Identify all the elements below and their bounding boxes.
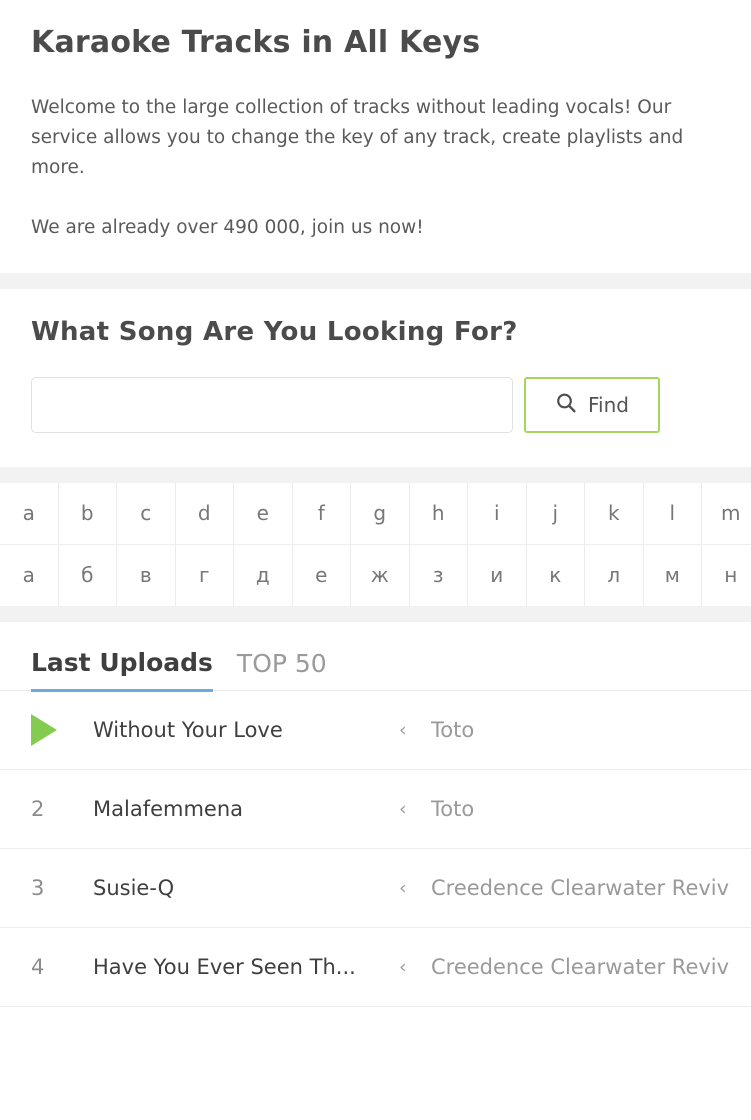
search-form: Find xyxy=(31,376,720,433)
alphabet-cell-cyrillic[interactable]: е xyxy=(292,544,351,606)
track-artist[interactable]: Creedence Clearwater Reviv xyxy=(431,955,729,979)
section-divider xyxy=(0,272,751,289)
tab-bar: Last Uploads TOP 50 xyxy=(0,622,751,692)
alphabet-cell-cyrillic[interactable]: а xyxy=(0,544,59,606)
alphabet-cell-latin[interactable]: k xyxy=(585,482,644,544)
alphabet-cell-latin[interactable]: g xyxy=(351,482,410,544)
alphabet-cell-cyrillic[interactable]: д xyxy=(234,544,293,606)
alphabet-cell-latin[interactable]: d xyxy=(175,482,234,544)
track-index: 3 xyxy=(31,875,45,900)
alphabet-cell-cyrillic[interactable]: л xyxy=(585,544,644,606)
alphabet-cell-latin[interactable]: i xyxy=(468,482,527,544)
search-heading: What Song Are You Looking For? xyxy=(31,316,518,347)
find-button-label: Find xyxy=(588,392,629,417)
alphabet-cell-latin[interactable]: l xyxy=(643,482,702,544)
alphabet-cell-latin[interactable]: b xyxy=(58,482,117,544)
tab-top-50[interactable]: TOP 50 xyxy=(237,649,327,690)
alphabet-section: abcdefghijklm абвгдежзиклмн xyxy=(0,482,751,606)
page-root: Karaoke Tracks in All Keys Welcome to th… xyxy=(0,0,751,1120)
alphabet-cell-latin[interactable]: c xyxy=(117,482,176,544)
chevron-left-icon: ‹ xyxy=(399,876,407,899)
track-artist[interactable]: Creedence Clearwater Reviv xyxy=(431,876,729,900)
track-row[interactable]: 2 Malafemmena ‹ Toto xyxy=(0,769,751,849)
alphabet-cell-latin[interactable]: j xyxy=(526,482,585,544)
find-button[interactable]: Find xyxy=(524,376,660,433)
uploads-section: Last Uploads TOP 50 Without Your Love ‹ Tot… xyxy=(0,621,751,1120)
alphabet-row-latin: abcdefghijklm xyxy=(0,482,751,544)
alphabet-cell-cyrillic[interactable]: к xyxy=(526,544,585,606)
play-button[interactable] xyxy=(31,713,93,746)
search-icon xyxy=(555,392,577,418)
track-row[interactable]: Without Your Love ‹ Toto xyxy=(0,690,751,770)
track-artist[interactable]: Toto xyxy=(431,797,474,821)
play-icon xyxy=(31,713,57,746)
search-input[interactable] xyxy=(31,376,513,433)
track-row[interactable]: 4 Have You Ever Seen Th... ‹ Creedence Clea… xyxy=(0,927,751,1007)
track-list: Without Your Love ‹ Toto 2 Malafemmena ‹ Toto 3… xyxy=(0,690,751,1007)
alphabet-cell-cyrillic[interactable]: з xyxy=(409,544,468,606)
tab-last-uploads[interactable]: Last Uploads xyxy=(31,648,213,692)
track-row[interactable]: 3 Susie-Q ‹ Creedence Clearwater Reviv xyxy=(0,848,751,928)
chevron-left-icon: ‹ xyxy=(399,955,407,978)
intro-section: Karaoke Tracks in All Keys Welcome to th… xyxy=(0,0,751,273)
alphabet-cell-cyrillic[interactable]: м xyxy=(643,544,702,606)
track-index: 2 xyxy=(31,796,45,821)
chevron-left-icon: ‹ xyxy=(399,797,407,820)
alphabet-cell-latin[interactable]: e xyxy=(234,482,293,544)
intro-paragraph-1: Welcome to the large collection of track… xyxy=(31,97,684,178)
alphabet-cell-latin[interactable]: a xyxy=(0,482,59,544)
alphabet-cell-cyrillic[interactable]: н xyxy=(702,544,751,606)
alphabet-row-cyrillic: абвгдежзиклмн xyxy=(0,543,751,606)
intro-paragraph-2: We are already over 490 000, join us now… xyxy=(31,216,424,238)
page-title: Karaoke Tracks in All Keys xyxy=(31,25,481,60)
alphabet-cell-latin[interactable]: f xyxy=(292,482,351,544)
search-section: What Song Are You Looking For? Find xyxy=(0,288,751,467)
chevron-left-icon: ‹ xyxy=(399,718,407,741)
alphabet-cell-cyrillic[interactable]: г xyxy=(175,544,234,606)
track-title[interactable]: Have You Ever Seen Th... xyxy=(93,955,399,979)
track-title[interactable]: Without Your Love xyxy=(93,718,399,742)
track-artist[interactable]: Toto xyxy=(431,718,474,742)
alphabet-cell-cyrillic[interactable]: ж xyxy=(351,544,410,606)
track-index: 4 xyxy=(31,954,45,979)
alphabet-cell-cyrillic[interactable]: в xyxy=(117,544,176,606)
alphabet-cell-latin[interactable]: h xyxy=(409,482,468,544)
section-divider-3 xyxy=(0,605,751,622)
alphabet-cell-cyrillic[interactable]: б xyxy=(58,544,117,606)
section-divider-2 xyxy=(0,466,751,483)
track-title[interactable]: Susie-Q xyxy=(93,876,399,900)
alphabet-cell-cyrillic[interactable]: и xyxy=(468,544,527,606)
track-title[interactable]: Malafemmena xyxy=(93,797,399,821)
alphabet-cell-latin[interactable]: m xyxy=(702,482,751,544)
